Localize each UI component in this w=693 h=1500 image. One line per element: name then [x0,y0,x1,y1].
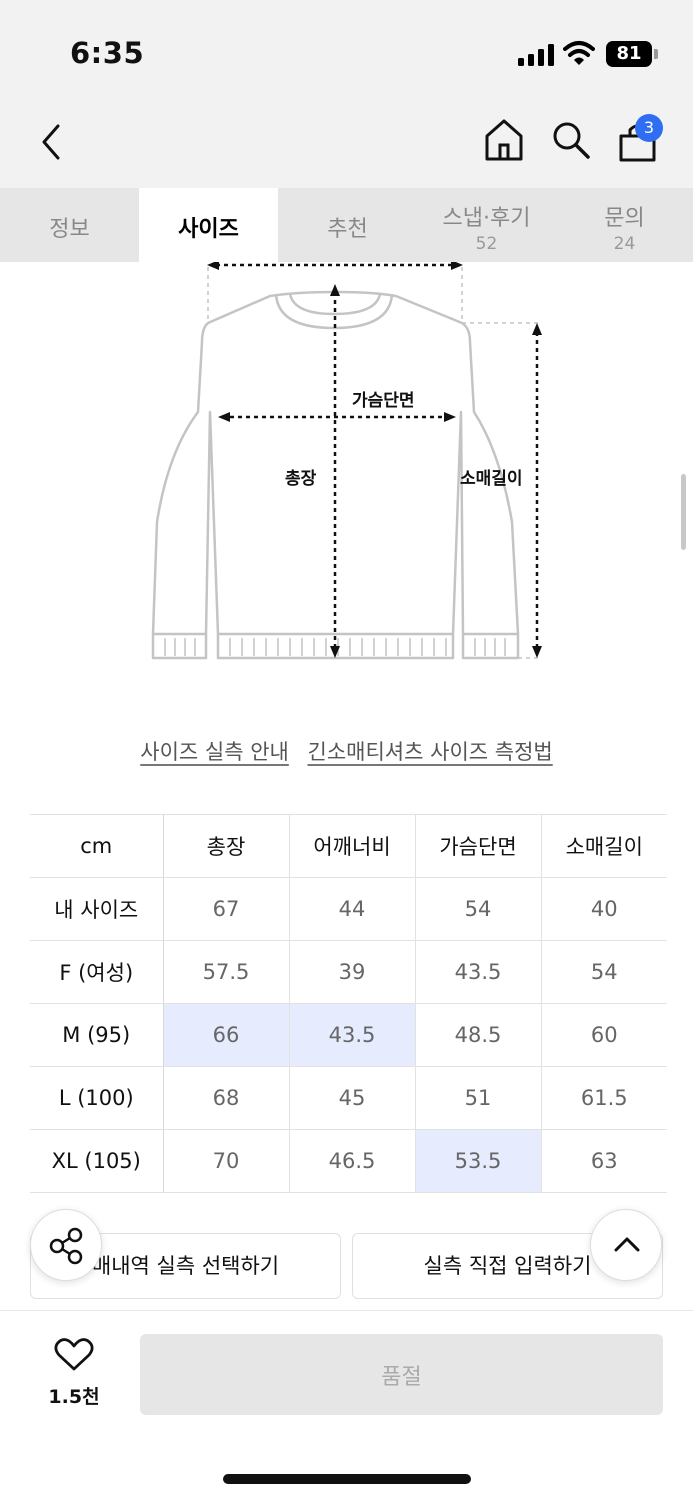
home-icon[interactable] [484,118,524,162]
table-cell-highlighted: 43.5 [288,1003,415,1067]
table-cell-highlighted: 53.5 [414,1129,541,1193]
tab-recommend[interactable]: 추천 [278,188,417,262]
size-diagram: 가슴단면 총장 소매길이 [0,260,693,682]
battery-level: 81 [616,43,642,64]
product-tabs: 정보 사이즈 추천 스냅·후기 52 문의 24 [0,188,693,262]
bottom-divider [0,1310,693,1311]
status-time: 6:35 [70,36,145,70]
table-row: 내 사이즈 67 44 54 40 [30,877,667,941]
size-table: cm 총장 어깨너비 가슴단면 소매길이 내 사이즈 67 44 54 40 F… [30,814,667,1193]
signal-icon [518,44,554,66]
row-header: M (95) [30,1003,164,1067]
column-header: 소매길이 [540,814,667,878]
tab-snap-review[interactable]: 스냅·후기 52 [417,188,556,262]
tab-label: 스냅·후기 [442,206,531,231]
measure-method-link[interactable]: 긴소매티셔츠 사이즈 측정법 [308,740,553,764]
table-cell: 54 [414,877,541,941]
tab-label: 정보 [49,217,90,242]
share-button[interactable] [30,1209,102,1281]
chevron-up-icon [614,1237,640,1252]
size-guide-links: 사이즈 실측 안내 긴소매티셔츠 사이즈 측정법 [0,736,693,766]
table-row: XL (105) 70 46.5 53.5 63 [30,1129,667,1193]
table-cell: 40 [540,877,667,941]
scrollbar[interactable] [681,474,686,550]
table-cell: 39 [288,940,415,1004]
top-nav: 3 [0,100,693,188]
table-cell-highlighted: 66 [162,1003,289,1067]
table-cell: 51 [414,1066,541,1130]
column-header: cm [30,814,164,878]
status-bar: 6:35 81 [0,0,693,100]
table-cell: 45 [288,1066,415,1130]
row-header: L (100) [30,1066,164,1130]
tab-count: 52 [475,234,498,254]
tab-size[interactable]: 사이즈 [139,188,278,262]
table-row: L (100) 68 45 51 61.5 [30,1066,667,1130]
cart-button[interactable]: 3 [616,114,664,164]
table-row: F (여성) 57.5 39 43.5 54 [30,940,667,1004]
column-header: 총장 [162,814,289,878]
row-header: F (여성) [30,940,164,1004]
row-header: 내 사이즈 [30,877,164,941]
size-guide-link[interactable]: 사이즈 실측 안내 [140,740,289,764]
table-row: M (95) 66 43.5 48.5 60 [30,1003,667,1067]
like-count: 1.5천 [48,1386,100,1408]
sold-out-button[interactable]: 품절 [140,1334,663,1415]
tab-label: 사이즈 [178,217,239,242]
scroll-top-button[interactable] [590,1209,662,1281]
row-header: XL (105) [30,1129,164,1193]
measure-actions: 매내역 실측 선택하기 실측 직접 입력하기 [30,1233,663,1299]
tab-label: 문의 [604,206,645,231]
cart-badge: 3 [635,114,663,142]
table-cell: 57.5 [162,940,289,1004]
table-cell: 70 [162,1129,289,1193]
table-cell: 63 [540,1129,667,1193]
tab-count: 24 [613,234,636,254]
tab-label: 추천 [327,217,368,242]
table-header-row: cm 총장 어깨너비 가슴단면 소매길이 [30,814,667,878]
tab-inquiry[interactable]: 문의 24 [556,188,693,262]
table-cell: 67 [162,877,289,941]
column-header: 가슴단면 [414,814,541,878]
column-header: 어깨너비 [288,814,415,878]
table-cell: 44 [288,877,415,941]
table-cell: 46.5 [288,1129,415,1193]
share-icon [49,1227,83,1265]
sleeve-length-label: 소매길이 [460,469,523,489]
back-arrow-icon[interactable] [36,122,68,162]
sweatshirt-illustration [151,260,542,660]
table-cell: 48.5 [414,1003,541,1067]
tab-info[interactable]: 정보 [0,188,139,262]
chest-width-label: 가슴단면 [352,391,415,411]
battery-icon: 81 [606,41,658,67]
table-cell: 61.5 [540,1066,667,1130]
wifi-icon [563,41,595,65]
home-indicator [223,1474,471,1484]
table-cell: 60 [540,1003,667,1067]
search-icon[interactable] [551,120,591,160]
like-button[interactable]: 1.5천 [40,1338,108,1408]
table-cell: 54 [540,940,667,1004]
heart-icon [54,1338,94,1371]
total-length-label: 총장 [285,469,317,489]
table-cell: 43.5 [414,940,541,1004]
table-cell: 68 [162,1066,289,1130]
